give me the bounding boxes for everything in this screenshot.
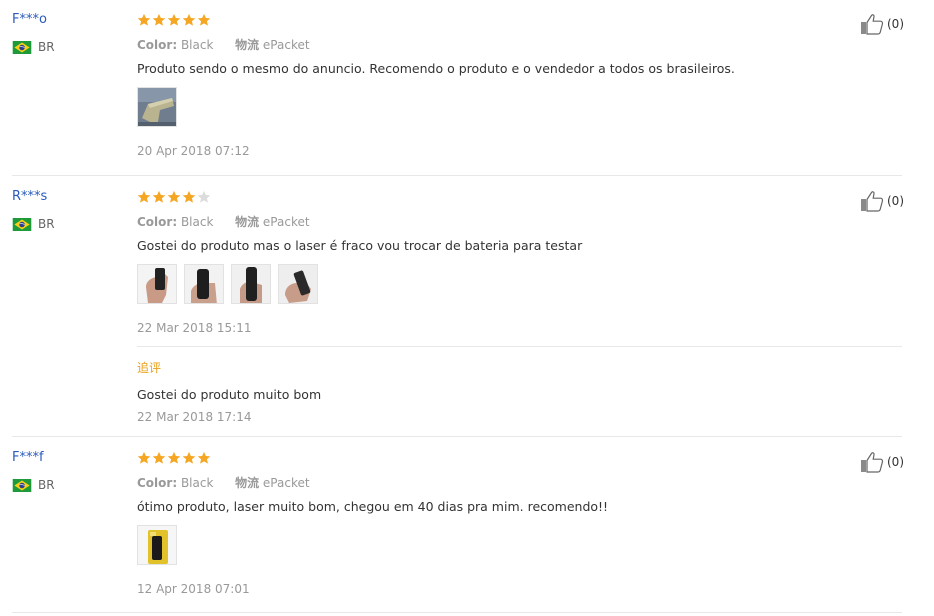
country-badge: BR xyxy=(12,478,55,492)
color-label: Color: xyxy=(137,476,178,490)
review-divider xyxy=(12,612,902,613)
review-item: F***f BR Color: Black 物流 ePacket ótimo p… xyxy=(0,0,934,616)
review-date: 12 Apr 2018 07:01 xyxy=(137,582,250,596)
star-icon xyxy=(197,451,211,465)
star-icon xyxy=(182,451,196,465)
brazil-flag-icon xyxy=(12,479,32,492)
photo-image xyxy=(138,526,176,564)
star-rating xyxy=(137,451,211,465)
color-value: Black xyxy=(180,476,214,490)
thumbs-up-icon xyxy=(860,451,884,473)
helpful-button[interactable]: (0) xyxy=(860,451,904,473)
review-text: ótimo produto, laser muito bom, chegou e… xyxy=(137,499,609,514)
star-icon xyxy=(167,451,181,465)
review-meta: Color: Black 物流 ePacket xyxy=(137,474,310,491)
shipping-value: ePacket xyxy=(262,476,310,490)
country-code: BR xyxy=(38,478,55,492)
reviewer-name[interactable]: F***f xyxy=(12,450,44,465)
shipping-label: 物流 xyxy=(235,476,260,490)
helpful-count: (0) xyxy=(887,455,904,469)
review-photo-thumbnail[interactable] xyxy=(137,525,177,565)
star-icon xyxy=(137,451,151,465)
star-icon xyxy=(152,451,166,465)
